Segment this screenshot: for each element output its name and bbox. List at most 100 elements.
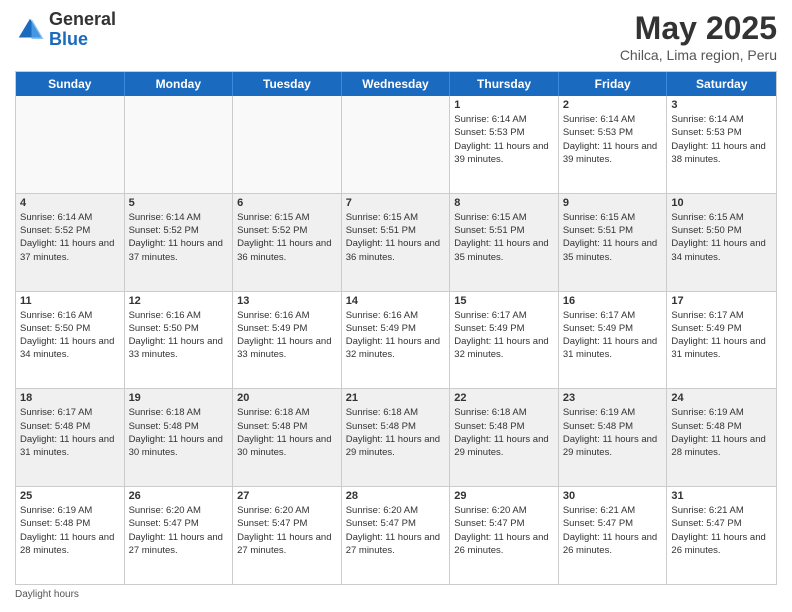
day-number: 16 <box>563 295 663 307</box>
calendar-body: 1 Sunrise: 6:14 AM Sunset: 5:53 PM Daylig… <box>16 96 776 584</box>
day-header-thursday: Thursday <box>450 72 559 96</box>
day-info: Sunrise: 6:15 AM Sunset: 5:51 PM Dayligh… <box>563 211 663 264</box>
title-block: May 2025 Chilca, Lima region, Peru <box>620 10 777 63</box>
day-number: 8 <box>454 197 554 209</box>
day-info: Sunrise: 6:14 AM Sunset: 5:52 PM Dayligh… <box>20 211 120 264</box>
day-header-wednesday: Wednesday <box>342 72 451 96</box>
day-cell-15: 15 Sunrise: 6:17 AM Sunset: 5:49 PM Dayli… <box>450 292 559 389</box>
day-cell-14: 14 Sunrise: 6:16 AM Sunset: 5:49 PM Dayli… <box>342 292 451 389</box>
day-info: Sunrise: 6:14 AM Sunset: 5:52 PM Dayligh… <box>129 211 229 264</box>
day-number: 14 <box>346 295 446 307</box>
day-cell-26: 26Sunrise: 6:20 AM Sunset: 5:47 PM Dayli… <box>125 487 234 584</box>
footer-note: Daylight hours <box>15 585 777 602</box>
day-header-saturday: Saturday <box>667 72 776 96</box>
day-number: 25 <box>20 490 120 502</box>
day-cell-3: 3 Sunrise: 6:14 AM Sunset: 5:53 PM Daylig… <box>667 96 776 193</box>
day-number: 27 <box>237 490 337 502</box>
day-info: Sunrise: 6:18 AM Sunset: 5:48 PM Dayligh… <box>129 406 229 459</box>
day-cell-25: 25 Sunrise: 6:19 AM Sunset: 5:48 PM Dayli… <box>16 487 125 584</box>
day-info: Sunrise: 6:17 AM Sunset: 5:49 PM Dayligh… <box>454 309 554 362</box>
day-info: Sunrise: 6:16 AM Sunset: 5:49 PM Dayligh… <box>237 309 337 362</box>
day-cell-5: 5 Sunrise: 6:14 AM Sunset: 5:52 PM Daylig… <box>125 194 234 291</box>
day-info: Sunrise: 6:17 AM Sunset: 5:49 PM Dayligh… <box>671 309 772 362</box>
day-cell-empty <box>16 96 125 193</box>
week-row-4: 18 Sunrise: 6:17 AM Sunset: 5:48 PM Dayli… <box>16 389 776 487</box>
day-number: 2 <box>563 99 663 111</box>
day-cell-17: 17 Sunrise: 6:17 AM Sunset: 5:49 PM Dayli… <box>667 292 776 389</box>
main-title: May 2025 <box>620 10 777 47</box>
week-row-5: 25 Sunrise: 6:19 AM Sunset: 5:48 PM Dayli… <box>16 487 776 584</box>
day-cell-empty <box>125 96 234 193</box>
logo: General Blue <box>15 10 116 50</box>
day-cell-31: 31Sunrise: 6:21 AM Sunset: 5:47 PM Dayli… <box>667 487 776 584</box>
day-number: 29 <box>454 490 554 502</box>
day-header-sunday: Sunday <box>16 72 125 96</box>
week-row-3: 11 Sunrise: 6:16 AM Sunset: 5:50 PM Dayli… <box>16 292 776 390</box>
day-number: 11 <box>20 295 120 307</box>
day-number: 18 <box>20 392 120 404</box>
day-number: 7 <box>346 197 446 209</box>
day-number: 21 <box>346 392 446 404</box>
logo-icon <box>15 15 45 45</box>
day-cell-6: 6 Sunrise: 6:15 AM Sunset: 5:52 PM Daylig… <box>233 194 342 291</box>
week-row-1: 1 Sunrise: 6:14 AM Sunset: 5:53 PM Daylig… <box>16 96 776 194</box>
day-info: Sunrise: 6:17 AM Sunset: 5:48 PM Dayligh… <box>20 406 120 459</box>
day-info: Sunrise: 6:19 AM Sunset: 5:48 PM Dayligh… <box>563 406 663 459</box>
day-info: Sunrise: 6:19 AM Sunset: 5:48 PM Dayligh… <box>671 406 772 459</box>
day-info: Sunrise: 6:18 AM Sunset: 5:48 PM Dayligh… <box>237 406 337 459</box>
day-number: 13 <box>237 295 337 307</box>
day-cell-18: 18 Sunrise: 6:17 AM Sunset: 5:48 PM Dayli… <box>16 389 125 486</box>
day-cell-9: 9Sunrise: 6:15 AM Sunset: 5:51 PM Daylig… <box>559 194 668 291</box>
day-info: Sunrise: 6:16 AM Sunset: 5:50 PM Dayligh… <box>129 309 229 362</box>
day-cell-19: 19Sunrise: 6:18 AM Sunset: 5:48 PM Dayli… <box>125 389 234 486</box>
calendar: SundayMondayTuesdayWednesdayThursdayFrid… <box>15 71 777 585</box>
day-info: Sunrise: 6:18 AM Sunset: 5:48 PM Dayligh… <box>346 406 446 459</box>
day-cell-10: 10Sunrise: 6:15 AM Sunset: 5:50 PM Dayli… <box>667 194 776 291</box>
logo-general-text: General <box>49 9 116 29</box>
day-info: Sunrise: 6:15 AM Sunset: 5:50 PM Dayligh… <box>671 211 772 264</box>
day-number: 1 <box>454 99 554 111</box>
day-cell-23: 23 Sunrise: 6:19 AM Sunset: 5:48 PM Dayli… <box>559 389 668 486</box>
day-header-monday: Monday <box>125 72 234 96</box>
day-cell-7: 7Sunrise: 6:15 AM Sunset: 5:51 PM Daylig… <box>342 194 451 291</box>
day-cell-empty <box>342 96 451 193</box>
day-info: Sunrise: 6:20 AM Sunset: 5:47 PM Dayligh… <box>454 504 554 557</box>
day-info: Sunrise: 6:20 AM Sunset: 5:47 PM Dayligh… <box>237 504 337 557</box>
day-cell-13: 13 Sunrise: 6:16 AM Sunset: 5:49 PM Dayli… <box>233 292 342 389</box>
week-row-2: 4 Sunrise: 6:14 AM Sunset: 5:52 PM Daylig… <box>16 194 776 292</box>
day-info: Sunrise: 6:15 AM Sunset: 5:52 PM Dayligh… <box>237 211 337 264</box>
day-number: 22 <box>454 392 554 404</box>
day-info: Sunrise: 6:19 AM Sunset: 5:48 PM Dayligh… <box>20 504 120 557</box>
subtitle: Chilca, Lima region, Peru <box>620 47 777 63</box>
day-cell-16: 16 Sunrise: 6:17 AM Sunset: 5:49 PM Dayli… <box>559 292 668 389</box>
day-info: Sunrise: 6:17 AM Sunset: 5:49 PM Dayligh… <box>563 309 663 362</box>
day-number: 17 <box>671 295 772 307</box>
day-number: 5 <box>129 197 229 209</box>
day-cell-29: 29 Sunrise: 6:20 AM Sunset: 5:47 PM Dayli… <box>450 487 559 584</box>
day-number: 3 <box>671 99 772 111</box>
day-info: Sunrise: 6:16 AM Sunset: 5:49 PM Dayligh… <box>346 309 446 362</box>
day-number: 31 <box>671 490 772 502</box>
day-info: Sunrise: 6:14 AM Sunset: 5:53 PM Dayligh… <box>563 113 663 166</box>
day-cell-28: 28Sunrise: 6:20 AM Sunset: 5:47 PM Dayli… <box>342 487 451 584</box>
day-number: 4 <box>20 197 120 209</box>
day-cell-21: 21 Sunrise: 6:18 AM Sunset: 5:48 PM Dayli… <box>342 389 451 486</box>
calendar-header-row: SundayMondayTuesdayWednesdayThursdayFrid… <box>16 72 776 96</box>
day-number: 23 <box>563 392 663 404</box>
day-number: 6 <box>237 197 337 209</box>
day-cell-1: 1Sunrise: 6:14 AM Sunset: 5:53 PM Daylig… <box>450 96 559 193</box>
day-cell-12: 12Sunrise: 6:16 AM Sunset: 5:50 PM Dayli… <box>125 292 234 389</box>
day-cell-2: 2 Sunrise: 6:14 AM Sunset: 5:53 PM Daylig… <box>559 96 668 193</box>
day-cell-20: 20Sunrise: 6:18 AM Sunset: 5:48 PM Dayli… <box>233 389 342 486</box>
day-cell-8: 8Sunrise: 6:15 AM Sunset: 5:51 PM Daylig… <box>450 194 559 291</box>
day-cell-empty <box>233 96 342 193</box>
day-number: 24 <box>671 392 772 404</box>
header: General Blue May 2025 Chilca, Lima regio… <box>15 10 777 63</box>
day-info: Sunrise: 6:16 AM Sunset: 5:50 PM Dayligh… <box>20 309 120 362</box>
day-info: Sunrise: 6:14 AM Sunset: 5:53 PM Dayligh… <box>671 113 772 166</box>
day-number: 15 <box>454 295 554 307</box>
day-number: 26 <box>129 490 229 502</box>
day-cell-11: 11 Sunrise: 6:16 AM Sunset: 5:50 PM Dayli… <box>16 292 125 389</box>
day-header-friday: Friday <box>559 72 668 96</box>
day-number: 30 <box>563 490 663 502</box>
